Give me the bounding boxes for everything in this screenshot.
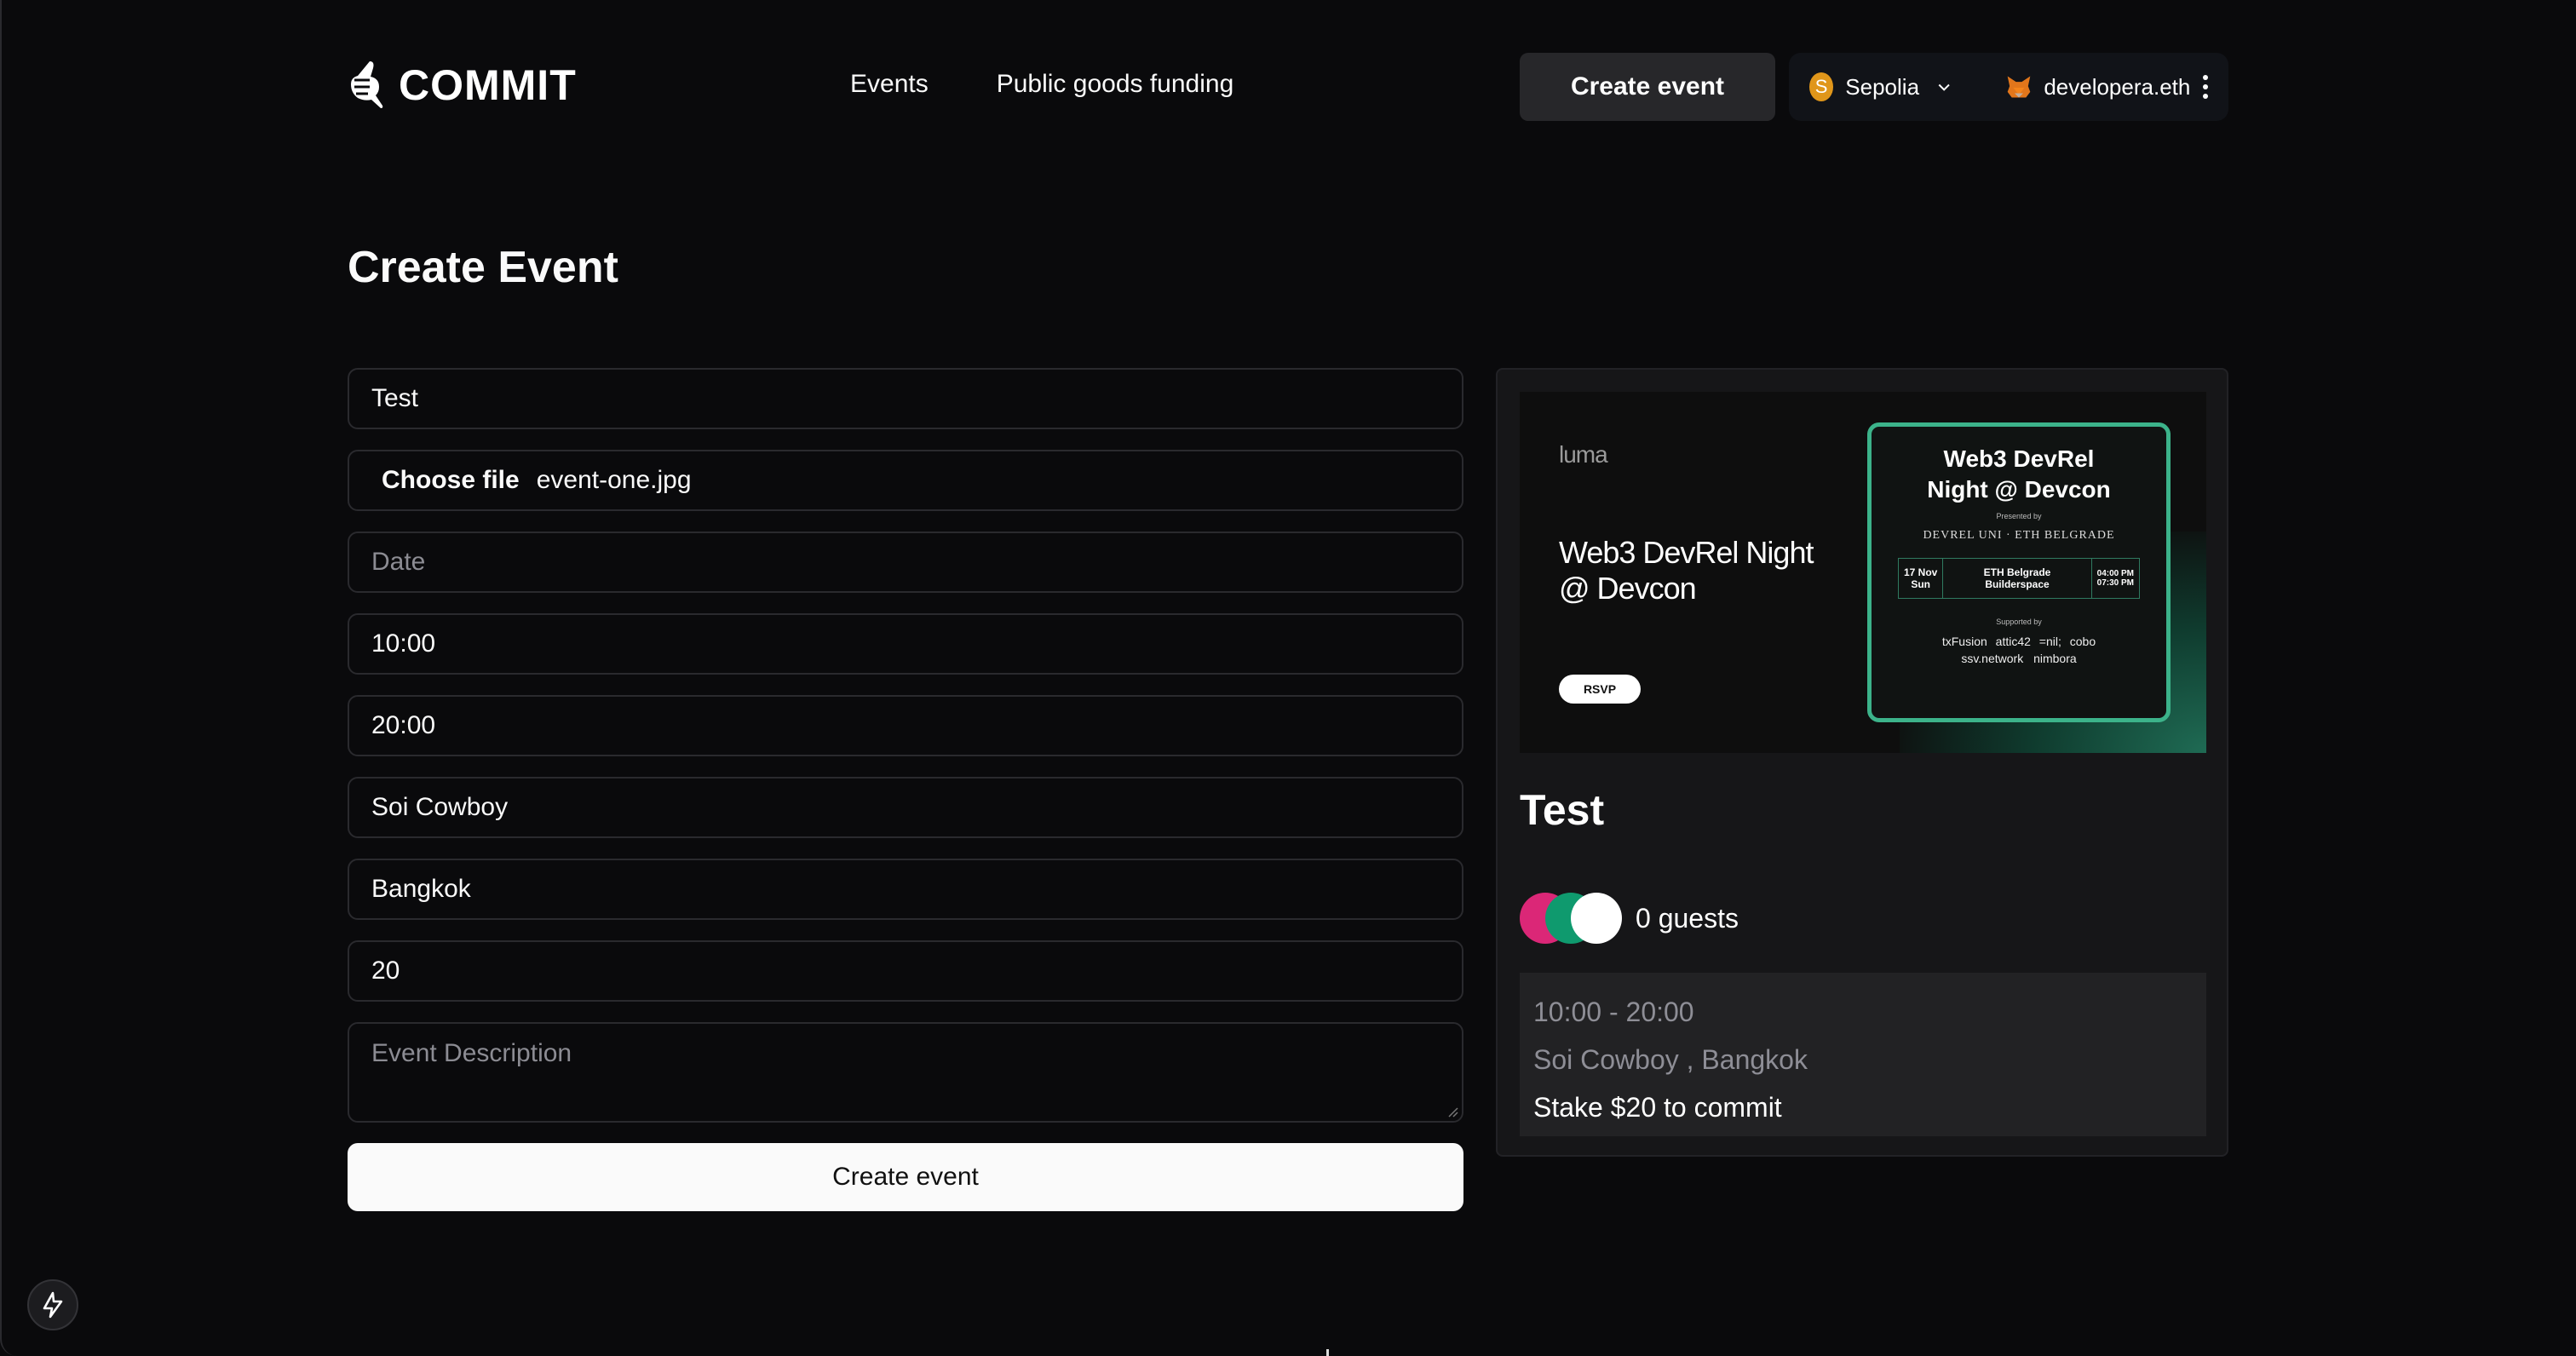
poster-presented-by: Presented by xyxy=(1996,512,2042,520)
poster-title: Web3 DevRel Night @ Devcon xyxy=(1872,444,2166,505)
date-placeholder: Date xyxy=(371,548,426,576)
banner-rsvp-badge: RSVP xyxy=(1559,675,1641,704)
city-value: Bangkok xyxy=(371,875,471,903)
nav-public-goods-funding[interactable]: Public goods funding xyxy=(997,70,1234,99)
start-time-input[interactable]: 10:00 xyxy=(348,613,1463,675)
preview-event-title: Test xyxy=(1520,786,1605,834)
header-create-event-button[interactable]: Create event xyxy=(1520,53,1775,121)
event-location: Soi Cowboy , Bangkok xyxy=(1533,1044,1808,1075)
network-icon: S xyxy=(1809,72,1834,101)
city-input[interactable]: Bangkok xyxy=(348,859,1463,920)
poster-title-line: Night @ Devcon xyxy=(1927,476,2111,503)
event-name-input[interactable]: Test xyxy=(348,368,1463,429)
network-selector[interactable]: Sepolia xyxy=(1845,74,1919,101)
poster-supported-by: Supported by xyxy=(1996,618,2042,626)
poster-time-line: 04:00 PM xyxy=(2096,569,2134,578)
location-input[interactable]: Soi Cowboy xyxy=(348,777,1463,838)
poster-time: 04:00 PM 07:30 PM xyxy=(2092,559,2139,598)
poster-date: 17 Nov Sun xyxy=(1899,559,1944,598)
choose-file-button[interactable]: Choose file xyxy=(382,466,520,495)
luma-logo: luma xyxy=(1559,441,1608,468)
poster-sponsors: txFusion attic42 =nil; cobo xyxy=(1941,635,2096,648)
top-nav: COMMIT Events Public goods funding Creat… xyxy=(348,53,2228,121)
event-details-box: 10:00 - 20:00 Soi Cowboy , Bangkok Stake… xyxy=(1520,973,2206,1136)
event-preview-card: luma Web3 DevRel Night @ Devcon RSVP Web… xyxy=(1496,368,2228,1157)
poster-presenters: DEVREL UNI · ETH BELGRADE xyxy=(1923,529,2115,542)
logo[interactable]: COMMIT xyxy=(348,60,577,111)
banner-poster: Web3 DevRel Night @ Devcon Presented by … xyxy=(1867,422,2171,722)
poster-venue: ETH Belgrade Builderspace xyxy=(1943,559,2092,598)
location-value: Soi Cowboy xyxy=(371,793,509,821)
end-time-input[interactable]: 20:00 xyxy=(348,695,1463,756)
poster-venue-line: Builderspace xyxy=(1985,578,2050,590)
event-banner-image: luma Web3 DevRel Night @ Devcon RSVP Web… xyxy=(1520,392,2206,753)
poster-date-line: 17 Nov xyxy=(1904,566,1938,578)
image-file-input[interactable]: Choose file event-one.jpg xyxy=(348,450,1463,511)
dev-tools-button[interactable] xyxy=(27,1279,78,1330)
poster-date-line: Sun xyxy=(1911,578,1931,590)
stake-info: Stake $20 to commit xyxy=(1533,1092,1782,1123)
poster-time-line: 07:30 PM xyxy=(2096,578,2134,588)
guest-avatar xyxy=(1571,893,1622,944)
end-time-value: 20:00 xyxy=(371,711,436,739)
lightning-bolt-icon xyxy=(43,1291,63,1319)
page-title: Create Event xyxy=(348,243,618,292)
metamask-fox-icon xyxy=(2008,76,2031,98)
create-event-submit-button[interactable]: Create event xyxy=(348,1143,1463,1211)
date-input[interactable]: Date xyxy=(348,531,1463,593)
poster-venue-line: ETH Belgrade xyxy=(1983,566,2051,578)
guest-count: 0 guests xyxy=(1636,902,1739,934)
shaka-hand-icon xyxy=(351,61,383,108)
main-nav: Events Public goods funding xyxy=(850,70,1233,99)
file-name: event-one.jpg xyxy=(536,466,692,494)
stake-value: 20 xyxy=(371,957,400,985)
wallet-widget: S Sepolia developera.eth xyxy=(1789,53,2228,121)
create-event-form: Test Choose file event-one.jpg Date 10:0… xyxy=(348,368,1463,1211)
chevron-down-icon[interactable] xyxy=(1936,78,1952,96)
nav-events[interactable]: Events xyxy=(850,70,929,99)
poster-info-box: 17 Nov Sun ETH Belgrade Builderspace 04:… xyxy=(1898,558,2140,599)
start-time-value: 10:00 xyxy=(371,629,436,658)
logo-text: COMMIT xyxy=(399,61,577,109)
resize-handle-icon[interactable] xyxy=(1446,1106,1458,1118)
description-placeholder: Event Description xyxy=(371,1039,572,1067)
more-options-icon[interactable] xyxy=(2202,75,2208,99)
text-cursor xyxy=(1326,1349,1329,1356)
banner-title: Web3 DevRel Night @ Devcon xyxy=(1559,535,1814,606)
account-name[interactable]: developera.eth xyxy=(2044,74,2190,101)
event-name-value: Test xyxy=(371,384,419,412)
stake-amount-input[interactable]: 20 xyxy=(348,940,1463,1002)
poster-sponsors: ssv.network nimbora xyxy=(1961,652,2077,665)
event-time-range: 10:00 - 20:00 xyxy=(1533,997,1694,1027)
guest-summary: 0 guests xyxy=(1520,893,1739,944)
event-description-textarea[interactable]: Event Description xyxy=(348,1022,1463,1123)
poster-title-line: Web3 DevRel xyxy=(1943,445,2095,472)
